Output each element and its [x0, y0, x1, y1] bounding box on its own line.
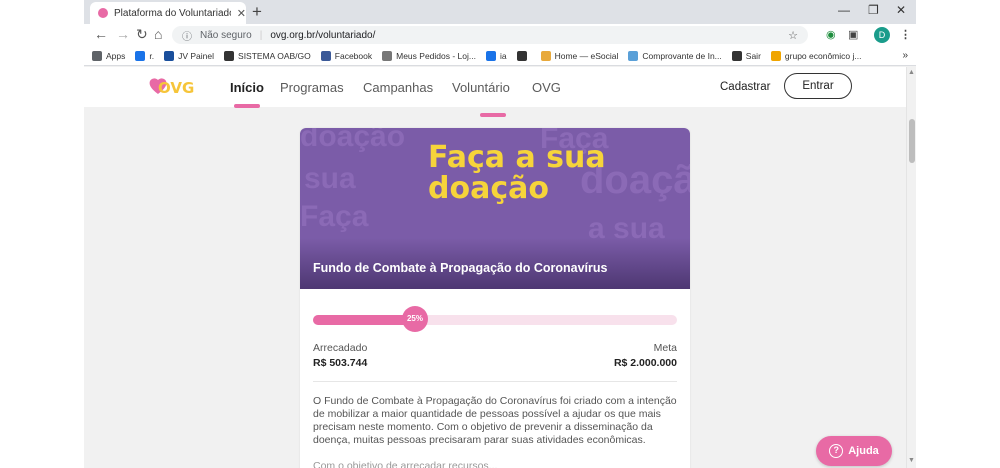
progress-fill — [313, 315, 414, 325]
bookmark-item[interactable]: Home — eSocial — [540, 50, 619, 61]
nav-ovg[interactable]: OVG — [532, 80, 561, 95]
bookmark-item[interactable]: ia — [485, 50, 507, 61]
help-button[interactable]: ? Ajuda — [816, 436, 892, 466]
close-tab-icon[interactable]: ✕ — [237, 7, 246, 20]
nav-inicio[interactable]: Início — [230, 80, 264, 95]
raised-value: R$ 503.744 — [313, 357, 368, 369]
login-button[interactable]: Entrar — [784, 73, 852, 99]
bookmark-item[interactable]: grupo econômico j... — [770, 50, 862, 61]
raised-label: Arrecadado — [313, 342, 368, 354]
bookmark-item[interactable]: SISTEMA OAB/GO — [224, 50, 311, 61]
bookmark-item[interactable]: Sair — [731, 50, 761, 61]
scroll-down-icon[interactable]: ▼ — [908, 457, 915, 464]
bookmark-favicon-icon — [224, 50, 235, 61]
campaign-hero-banner: doação Faça sua doação Faça a sua Faça a… — [300, 128, 690, 289]
site-header: OVG Início Programas Campanhas Voluntári… — [84, 67, 906, 108]
card-divider — [313, 381, 677, 382]
active-nav-indicator — [234, 104, 260, 108]
extension-icon[interactable]: ◉ — [826, 28, 836, 41]
bookmark-label: SISTEMA OAB/GO — [238, 50, 311, 61]
browser-toolbar: ← → ↻ ⌂ ⓘ Não seguro | ovg.org.br/volunt… — [84, 24, 916, 46]
bookmark-label: grupo econômico j... — [784, 50, 862, 61]
scrollbar-thumb[interactable] — [909, 119, 915, 163]
bookmark-label: Sair — [745, 50, 761, 61]
hero-bg-word: Faça — [300, 200, 369, 233]
nav-campanhas[interactable]: Campanhas — [363, 80, 433, 95]
scroll-up-icon[interactable]: ▲ — [908, 69, 915, 76]
campaign-description-continued: Com o objetivo de arrecadar recursos... — [313, 460, 498, 468]
bookmark-label: Home — eSocial — [554, 50, 619, 61]
hero-bg-word: sua — [304, 162, 356, 195]
security-label: Não seguro — [200, 29, 252, 41]
extension-screen-icon[interactable]: ▣ — [848, 28, 858, 41]
bookmark-label: Facebook — [334, 50, 373, 61]
hero-headline: Faça a sua doação — [428, 140, 606, 206]
bookmark-item[interactable]: Comprovante de In... — [628, 50, 722, 61]
section-indicator — [480, 113, 506, 117]
bookmark-favicon-icon — [731, 50, 742, 61]
progress-bar: 25% — [313, 306, 677, 332]
nav-voluntario[interactable]: Voluntário — [452, 80, 510, 95]
bookmark-favicon-icon — [164, 50, 175, 61]
restore-button[interactable]: ❐ — [868, 3, 879, 17]
logo-wordmark: OVG — [158, 79, 194, 97]
bookmark-favicon-icon — [516, 50, 527, 61]
bookmark-label: Apps — [106, 50, 126, 61]
menu-kebab-icon[interactable]: ⋮ — [900, 28, 911, 41]
bookmark-item[interactable]: JV Painel — [164, 50, 215, 61]
hero-bg-word: doação — [300, 128, 406, 153]
goal-value: R$ 2.000.000 — [613, 357, 677, 369]
tab-strip: Plataforma do Voluntariado - Ad ✕ + — ❐ … — [84, 0, 916, 24]
page-scrollbar[interactable]: ▲ ▼ — [906, 67, 916, 468]
address-bar[interactable]: ⓘ Não seguro | ovg.org.br/voluntariado/ … — [172, 26, 808, 44]
bookmark-favicon-icon — [135, 50, 146, 61]
new-tab-button[interactable]: + — [252, 2, 262, 22]
home-icon[interactable]: ⌂ — [154, 26, 162, 42]
tab-title: Plataforma do Voluntariado - Ad — [114, 7, 231, 19]
browser-window: Plataforma do Voluntariado - Ad ✕ + — ❐ … — [84, 0, 916, 468]
bookmarks-overflow-icon[interactable]: » — [902, 50, 908, 61]
bookmark-favicon-icon — [770, 50, 781, 61]
question-icon: ? — [829, 444, 844, 458]
heart-favicon-icon — [98, 8, 108, 18]
apps-grid-icon — [92, 50, 102, 61]
signup-link[interactable]: Cadastrar — [720, 81, 771, 93]
bookmark-favicon-icon — [485, 50, 496, 61]
url-text: ovg.org.br/voluntariado/ — [270, 29, 376, 41]
bookmark-favicon-icon — [628, 50, 639, 61]
help-label: Ajuda — [848, 445, 879, 457]
bookmark-star-icon[interactable]: ☆ — [788, 29, 798, 42]
bookmark-label: r. — [149, 50, 155, 61]
campaign-title: Fundo de Combate à Propagação do Coronav… — [313, 261, 608, 275]
info-icon[interactable]: ⓘ — [182, 28, 192, 43]
bookmark-item[interactable]: Facebook — [320, 50, 373, 61]
bookmark-item[interactable]: Meus Pedidos - Loj... — [382, 50, 476, 61]
bookmark-item[interactable]: r. — [135, 50, 155, 61]
ovg-logo[interactable]: OVG — [144, 75, 202, 99]
bookmark-label: Meus Pedidos - Loj... — [396, 50, 476, 61]
bookmark-label: JV Painel — [178, 50, 215, 61]
back-arrow-icon[interactable]: ← — [94, 26, 108, 42]
bookmark-favicon-icon — [382, 50, 393, 61]
bookmark-favicon-icon — [320, 50, 331, 61]
bookmark-label: ia — [499, 50, 507, 61]
profile-avatar[interactable]: D — [874, 27, 890, 43]
bookmark-favicon-icon — [540, 50, 551, 61]
goal-label: Meta — [653, 342, 677, 354]
progress-badge: 25% — [402, 306, 428, 332]
minimize-button[interactable]: — — [838, 3, 850, 17]
omnibox-divider: | — [259, 29, 263, 41]
campaign-description: O Fundo de Combate à Propagação do Coron… — [313, 395, 677, 446]
bookmark-item[interactable]: Apps — [92, 50, 126, 61]
bookmark-item[interactable] — [516, 50, 531, 61]
campaign-card: doação Faça sua doação Faça a sua Faça a… — [300, 128, 690, 468]
forward-arrow-icon[interactable]: → — [116, 26, 130, 42]
browser-tab[interactable]: Plataforma do Voluntariado - Ad ✕ — [90, 2, 246, 24]
reload-icon[interactable]: ↻ — [136, 26, 148, 43]
bookmarks-list: Apps r. JV Painel SISTEMA OAB/GO Facebook Meu… — [92, 50, 871, 61]
bookmark-label: Comprovante de In... — [642, 50, 722, 61]
bookmarks-bar: Apps r. JV Painel SISTEMA OAB/GO Facebook Meu… — [84, 46, 916, 66]
close-window-button[interactable]: ✕ — [896, 3, 906, 17]
nav-programas[interactable]: Programas — [280, 80, 344, 95]
